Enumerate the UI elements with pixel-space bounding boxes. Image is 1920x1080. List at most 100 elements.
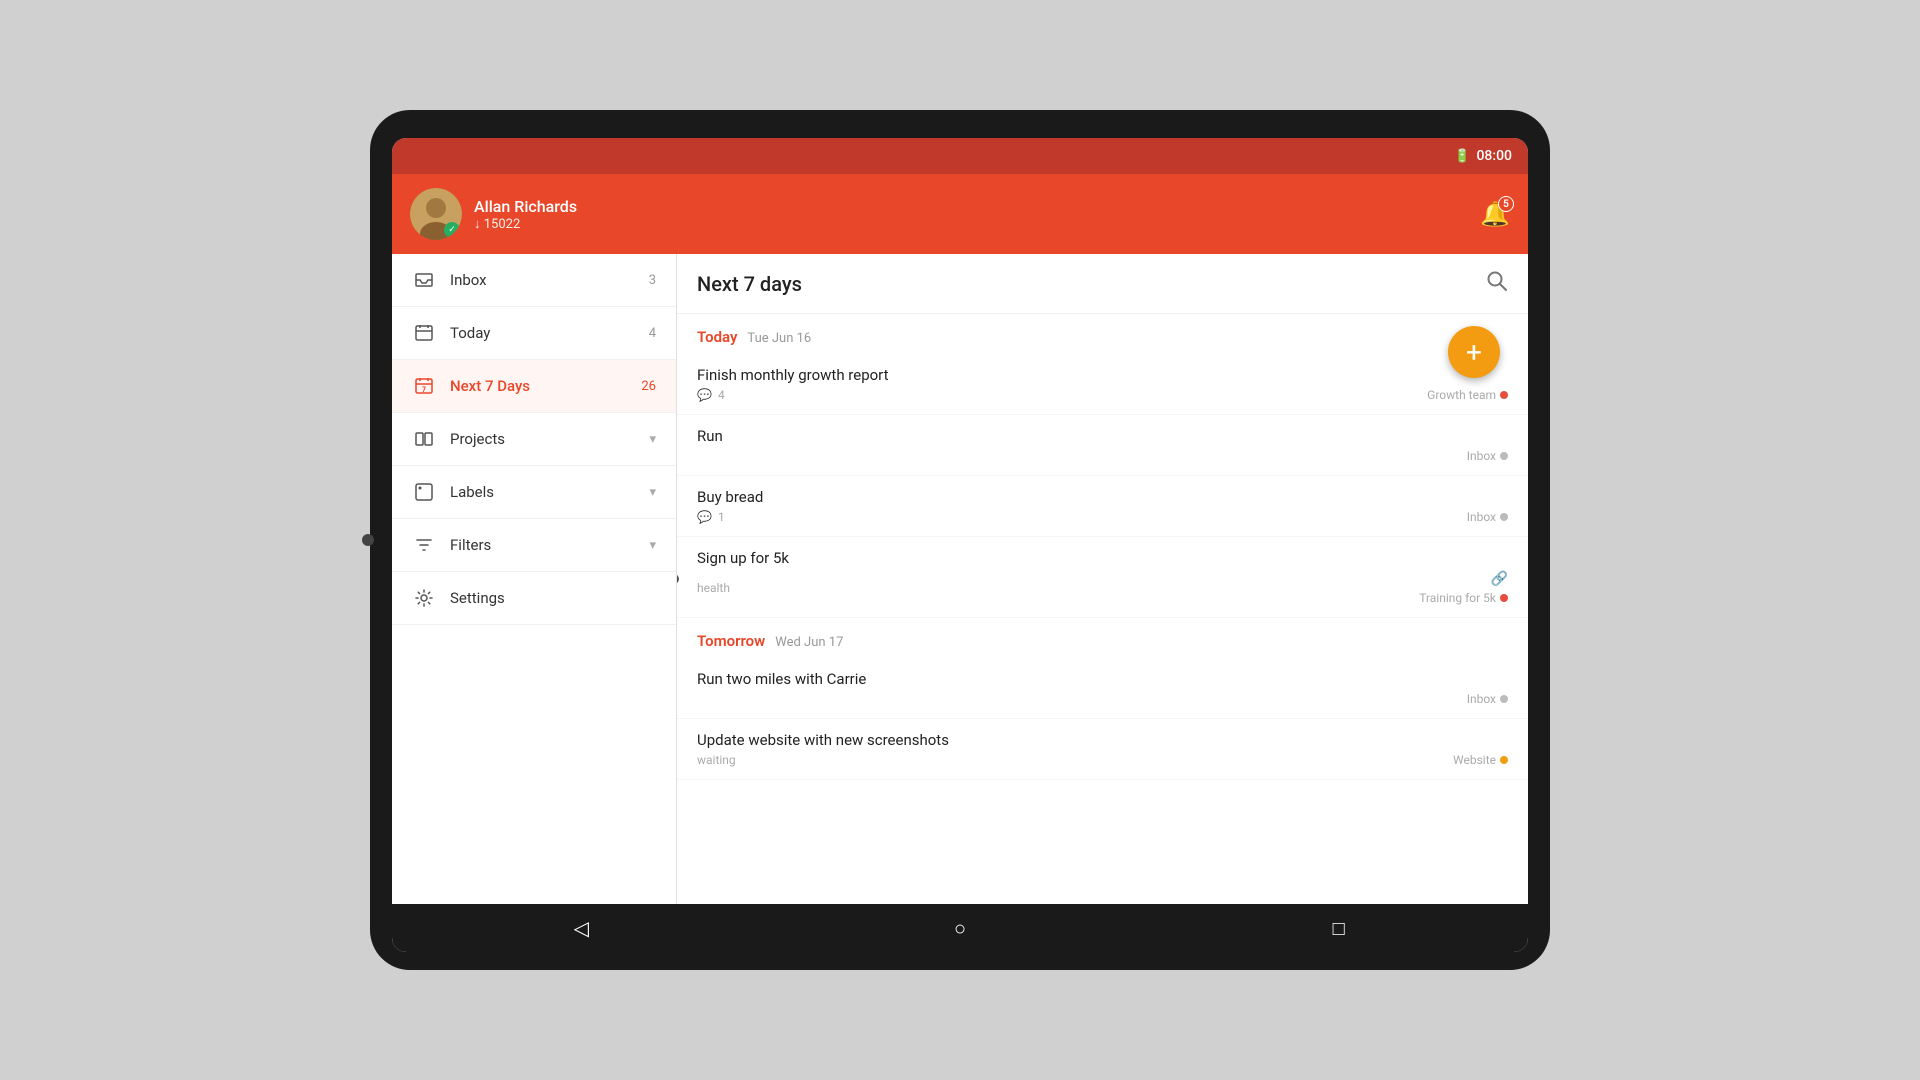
today-section-header: Today Tue Jun 16	[677, 314, 1528, 354]
sidebar: Inbox 3 Today	[392, 254, 677, 904]
task-meta: waiting Website	[697, 753, 1508, 767]
project-dot	[1500, 695, 1508, 703]
sidebar-item-settings[interactable]: Settings	[392, 572, 676, 625]
device: 🔋 08:00 ✓	[370, 110, 1550, 970]
comment-icon: 💬	[697, 388, 712, 402]
battery-icon: 🔋	[1454, 149, 1470, 164]
notification-bell[interactable]: 🔔 5	[1480, 200, 1510, 228]
labels-arrow: ▾	[649, 485, 656, 500]
task-item[interactable]: Run Inbox	[677, 415, 1528, 476]
task-meta: health 🔗 Training for 5k	[697, 571, 1508, 605]
sidebar-item-projects[interactable]: Projects ▾	[392, 413, 676, 466]
task-sub: 💬 1	[697, 510, 725, 524]
screen: 🔋 08:00 ✓	[392, 138, 1528, 952]
link-icon: 🔗	[1491, 571, 1508, 587]
task-list: Today Tue Jun 16 Finish monthly growth r…	[677, 314, 1528, 904]
project-dot	[1500, 391, 1508, 399]
sidebar-settings-label: Settings	[450, 589, 656, 607]
projects-icon	[412, 427, 436, 451]
sidebar-today-label: Today	[450, 324, 649, 342]
sidebar-filters-label: Filters	[450, 536, 643, 554]
status-bar: 🔋 08:00	[392, 138, 1528, 174]
status-time: 08:00	[1476, 148, 1512, 164]
filters-arrow: ▾	[649, 538, 656, 553]
today-label: Today	[697, 328, 737, 346]
home-button[interactable]: ○	[938, 906, 982, 950]
task-title: Sign up for 5k	[697, 549, 1508, 567]
sidebar-item-today[interactable]: Today 4	[392, 307, 676, 360]
task-meta: 💬 1 Inbox	[697, 510, 1508, 524]
user-info: Allan Richards ↓ 15022	[474, 197, 577, 232]
tomorrow-label: Tomorrow	[697, 632, 765, 650]
side-nav-dot	[362, 534, 374, 546]
task-item[interactable]: Sign up for 5k health 🔗 Training for 5k	[677, 537, 1528, 618]
sidebar-item-filters[interactable]: Filters ▾	[392, 519, 676, 572]
task-project-text: Inbox	[1467, 692, 1496, 706]
filters-icon	[412, 533, 436, 557]
next7days-icon: 7	[412, 374, 436, 398]
sidebar-today-count: 4	[649, 326, 656, 341]
task-meta: Inbox	[697, 449, 1508, 463]
task-project: Inbox	[1467, 510, 1508, 524]
main-content: Inbox 3 Today	[392, 254, 1528, 904]
task-right: 🔗 Training for 5k	[1419, 571, 1508, 605]
add-task-fab[interactable]: +	[1448, 326, 1500, 378]
user-karma: ↓ 15022	[474, 216, 577, 232]
app-header: ✓ Allan Richards ↓ 15022 🔔 5	[392, 174, 1528, 254]
sidebar-projects-label: Projects	[450, 430, 643, 448]
sidebar-item-labels[interactable]: Labels ▾	[392, 466, 676, 519]
task-project-text: Website	[1453, 753, 1496, 767]
task-sub-label: waiting	[697, 753, 736, 767]
task-title-text: Growth team	[1427, 388, 1496, 402]
task-title: Run	[697, 427, 1508, 445]
sidebar-inbox-count: 3	[649, 273, 656, 288]
task-title: Run two miles with Carrie	[697, 670, 1508, 688]
sidebar-inbox-label: Inbox	[450, 271, 649, 289]
task-project-text: Training for 5k	[1419, 591, 1496, 605]
recents-button[interactable]: □	[1317, 906, 1361, 950]
task-project: Inbox	[1467, 449, 1508, 463]
today-date: Tue Jun 16	[747, 331, 811, 346]
task-panel-title: Next 7 days	[697, 272, 1486, 296]
task-panel-header: Next 7 days	[677, 254, 1528, 314]
labels-icon	[412, 480, 436, 504]
back-button[interactable]: ◁	[559, 906, 603, 950]
project-dot	[1500, 756, 1508, 764]
comment-icon: 💬	[697, 510, 712, 524]
task-panel: Next 7 days Today Tue Jun 16	[677, 254, 1528, 904]
task-title: Update website with new screenshots	[697, 731, 1508, 749]
task-item[interactable]: Finish monthly growth report 💬 4 Growth …	[677, 354, 1528, 415]
settings-icon	[412, 586, 436, 610]
sidebar-item-next7days[interactable]: 7 Next 7 Days 26	[392, 360, 676, 413]
task-project: Training for 5k	[1419, 591, 1508, 605]
task-comment-count: 1	[718, 510, 725, 524]
sidebar-next7days-label: Next 7 Days	[450, 377, 641, 395]
project-dot	[1500, 452, 1508, 460]
task-title: Buy bread	[697, 488, 1508, 506]
user-name: Allan Richards	[474, 197, 577, 216]
search-icon[interactable]	[1486, 270, 1508, 297]
task-item[interactable]: Run two miles with Carrie Inbox	[677, 658, 1528, 719]
inbox-icon	[412, 268, 436, 292]
app-area: ✓ Allan Richards ↓ 15022 🔔 5	[392, 174, 1528, 904]
task-project-text: Inbox	[1467, 449, 1496, 463]
sidebar-item-inbox[interactable]: Inbox 3	[392, 254, 676, 307]
task-title: Finish monthly growth report	[697, 366, 1508, 384]
task-meta: Inbox	[697, 692, 1508, 706]
project-dot	[1500, 594, 1508, 602]
notification-badge: 5	[1498, 196, 1514, 212]
tomorrow-date: Wed Jun 17	[775, 635, 843, 650]
task-item[interactable]: Update website with new screenshots wait…	[677, 719, 1528, 780]
task-sub: health	[697, 581, 730, 595]
task-sub: waiting	[697, 753, 736, 767]
task-project-text: Inbox	[1467, 510, 1496, 524]
avatar[interactable]: ✓	[410, 188, 462, 240]
checkmark-badge: ✓	[444, 222, 460, 238]
today-icon	[412, 321, 436, 345]
task-item[interactable]: Buy bread 💬 1 Inbox	[677, 476, 1528, 537]
task-sub: 💬 4	[697, 388, 725, 402]
task-meta: 💬 4 Growth team	[697, 388, 1508, 402]
header-right: 🔔 5	[1480, 200, 1510, 228]
sidebar-labels-label: Labels	[450, 483, 643, 501]
tomorrow-section-header: Tomorrow Wed Jun 17	[677, 618, 1528, 658]
